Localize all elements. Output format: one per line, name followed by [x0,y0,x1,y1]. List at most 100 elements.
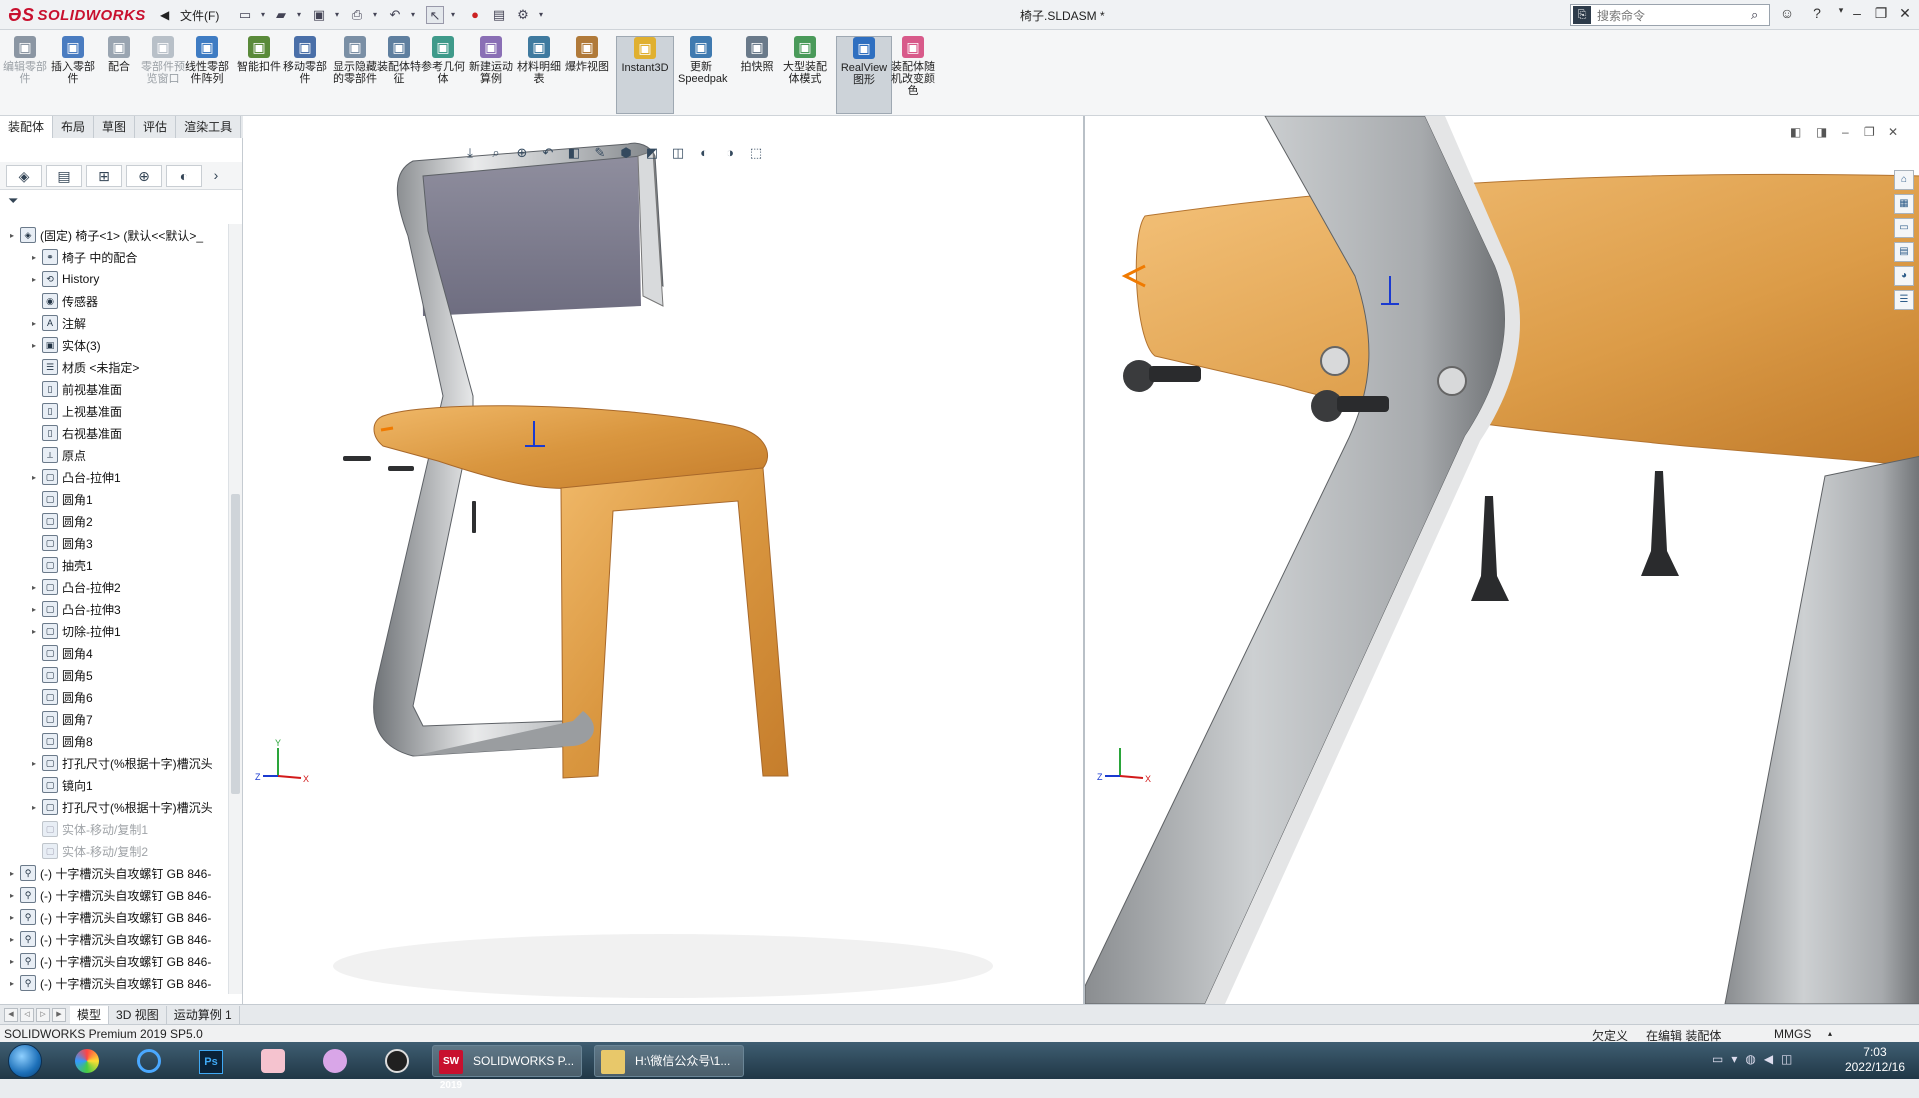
tree-item[interactable]: ▢ 圆角3 [28,532,93,554]
start-button-icon[interactable] [8,1044,42,1078]
section-view-icon[interactable]: ◧ [564,145,584,165]
obs-app-icon[interactable] [374,1045,420,1077]
command-12[interactable]: ▣ 爆炸视图 [564,36,610,114]
units-selector[interactable]: MMGS [1774,1027,1811,1041]
tree-item[interactable]: ▢ 抽壳1 [28,554,93,576]
previous-view-icon[interactable]: ↶ [538,145,558,165]
save-icon[interactable]: ▣ ▾ [310,6,346,24]
system-clock[interactable]: 7:03 2022/12/16 [1845,1045,1905,1075]
command-18[interactable]: ▣ 装配体随机改变颜色 [890,36,936,114]
command-8[interactable]: ▣ 装配体特征 [376,36,422,114]
tree-item[interactable]: ▯ 上视基准面 [28,400,122,422]
tree-item[interactable]: ▢ 圆角8 [28,730,93,752]
tree-item[interactable]: ▸ ▢ 凸台-拉伸3 [28,598,121,620]
taskbar-explorer[interactable]: H:\微信公众号\1... [594,1045,744,1077]
command-1[interactable]: ▣ 插入零部件 [50,36,96,114]
expand-arrow-icon[interactable]: ▸ [6,231,18,240]
prev-tab-icon[interactable]: ◁ [20,1007,34,1022]
bottom-tab-2[interactable]: 运动算例 1 [167,1005,240,1024]
feature-tree-icon[interactable]: ◈ [6,164,42,187]
zoom-to-fit-icon[interactable]: ⤓ [460,145,480,165]
file-explorer-icon[interactable]: ▭ [1894,218,1914,238]
expand-arrow-icon[interactable]: ▸ [28,275,40,284]
expand-arrow-icon[interactable]: ▸ [28,605,40,614]
tray-icons[interactable]: ▭▾◍◀◫ [1712,1052,1800,1066]
tree-item[interactable]: ▯ 前视基准面 [28,378,122,400]
ie-app-icon[interactable] [126,1045,172,1077]
viewport-close-icon[interactable]: ✕ [1888,125,1898,139]
viewport-right[interactable]: X Z [1083,115,1919,1005]
search-command-box[interactable]: ⎘ 搜索命令 ⌕ [1570,4,1770,26]
zoom-selection-icon[interactable]: ⊕ [512,145,532,165]
tab-0[interactable]: 装配体 [0,116,54,138]
tree-item[interactable]: ▸ ▢ 打孔尺寸(%根据十字)槽沉头 [28,796,213,818]
expand-arrow-icon[interactable]: ▸ [6,913,18,922]
expand-arrow-icon[interactable]: ▸ [6,891,18,900]
photos-app-icon[interactable] [64,1045,110,1077]
expand-arrow-icon[interactable]: ▸ [6,935,18,944]
options-gear-icon[interactable]: ⚙ ▾ [514,6,550,24]
menu-arrow-icon[interactable]: ◀ [160,6,169,24]
tree-item[interactable]: ▯ 右视基准面 [28,422,122,444]
expand-arrow-icon[interactable]: ▸ [28,319,40,328]
tree-item[interactable]: ▸ ⚲ (-) 十字槽沉头自攻螺钉 GB 846- [6,862,211,884]
tree-item[interactable]: ▸ ⚲ (-) 十字槽沉头自攻螺钉 GB 846- [6,928,211,950]
tree-item[interactable]: ▸ ⟲ History [28,268,99,290]
edit-appearance-icon[interactable]: ◐ [694,145,714,165]
viewport-left[interactable]: Y X Z [243,116,1083,1004]
command-10[interactable]: ▣ 新建运动算例 [468,36,514,114]
open-icon[interactable]: ▰ ▾ [272,6,308,24]
tree-item[interactable]: ▸ ◈ (固定) 椅子<1> (默认<<默认>_ [6,224,203,246]
file-menu[interactable]: 文件(F) [180,6,219,24]
tree-item[interactable]: ▸ A 注解 [28,312,86,334]
viewport-minimize-icon[interactable]: – [1842,125,1849,139]
expand-arrow-icon[interactable]: ▸ [28,759,40,768]
tree-item[interactable]: ☰ 材质 <未指定> [28,356,139,378]
feature-tree-scrollbar[interactable] [228,224,242,994]
tree-item[interactable]: ▸ ▢ 凸台-拉伸2 [28,576,121,598]
property-manager-icon[interactable]: ▤ [46,164,82,187]
bottom-tab-0[interactable]: 模型 [70,1005,110,1024]
units-dropdown-icon[interactable]: ▴ [1828,1029,1832,1038]
command-17[interactable]: ▣ RealView图形 [836,36,892,114]
tree-item[interactable]: ▢ 圆角4 [28,642,93,664]
expand-arrow-icon[interactable]: ▸ [28,803,40,812]
expand-tabs-icon[interactable]: › [206,165,226,187]
tree-item[interactable]: ▸ ⚲ (-) 十字槽沉头自攻螺钉 GB 846- [6,972,211,994]
file-properties-icon[interactable]: ▤ [490,6,508,24]
view-orientation-icon[interactable]: ⬢ [616,145,636,165]
tree-item[interactable]: ▢ 实体-移动/复制1 [28,818,148,840]
viewport-split-h-icon[interactable]: ◨ [1816,125,1827,139]
last-tab-icon[interactable]: ▶ [52,1007,66,1022]
expand-arrow-icon[interactable]: ▸ [28,583,40,592]
tree-item[interactable]: ▸ ▢ 凸台-拉伸1 [28,466,121,488]
command-16[interactable]: ▣ 大型装配体模式 [782,36,828,114]
pinned-app-icon[interactable] [312,1045,358,1077]
help-icon[interactable]: ? [1806,5,1828,21]
tab-3[interactable]: 评估 [135,116,177,138]
select-icon[interactable]: ↖ ▾ [426,6,462,24]
search-input[interactable]: 搜索命令 [1591,7,1751,24]
display-manager-icon[interactable]: ◐ [166,164,202,187]
filter-icon[interactable]: ⏷ [0,190,242,212]
command-3[interactable]: ▣ 零部件预览窗口 [140,36,186,114]
tree-item[interactable]: ◉ 传感器 [28,290,98,312]
design-library-icon[interactable]: ▦ [1894,194,1914,214]
tree-item[interactable]: ▢ 镜向1 [28,774,93,796]
tree-item[interactable]: ▸ ▢ 切除-拉伸1 [28,620,121,642]
hide-show-items-icon[interactable]: ◫ [668,145,688,165]
dynamic-annotation-icon[interactable]: ✎ [590,145,610,165]
close-icon[interactable]: ✕ [1894,5,1916,22]
custom-properties-icon[interactable]: ☰ [1894,290,1914,310]
tab-1[interactable]: 布局 [53,116,95,138]
configuration-manager-icon[interactable]: ⊞ [86,164,122,187]
expand-arrow-icon[interactable]: ▸ [28,473,40,482]
tab-2[interactable]: 草图 [94,116,136,138]
tree-item[interactable]: ▸ ⚲ (-) 十字槽沉头自攻螺钉 GB 846- [6,950,211,972]
next-tab-icon[interactable]: ▷ [36,1007,50,1022]
tree-item[interactable]: ▢ 圆角2 [28,510,93,532]
expand-arrow-icon[interactable]: ▸ [28,341,40,350]
search-icon[interactable]: ⌕ [1751,7,1769,23]
minimize-icon[interactable]: – [1846,5,1868,21]
zoom-area-icon[interactable]: ⌕ [486,145,506,165]
